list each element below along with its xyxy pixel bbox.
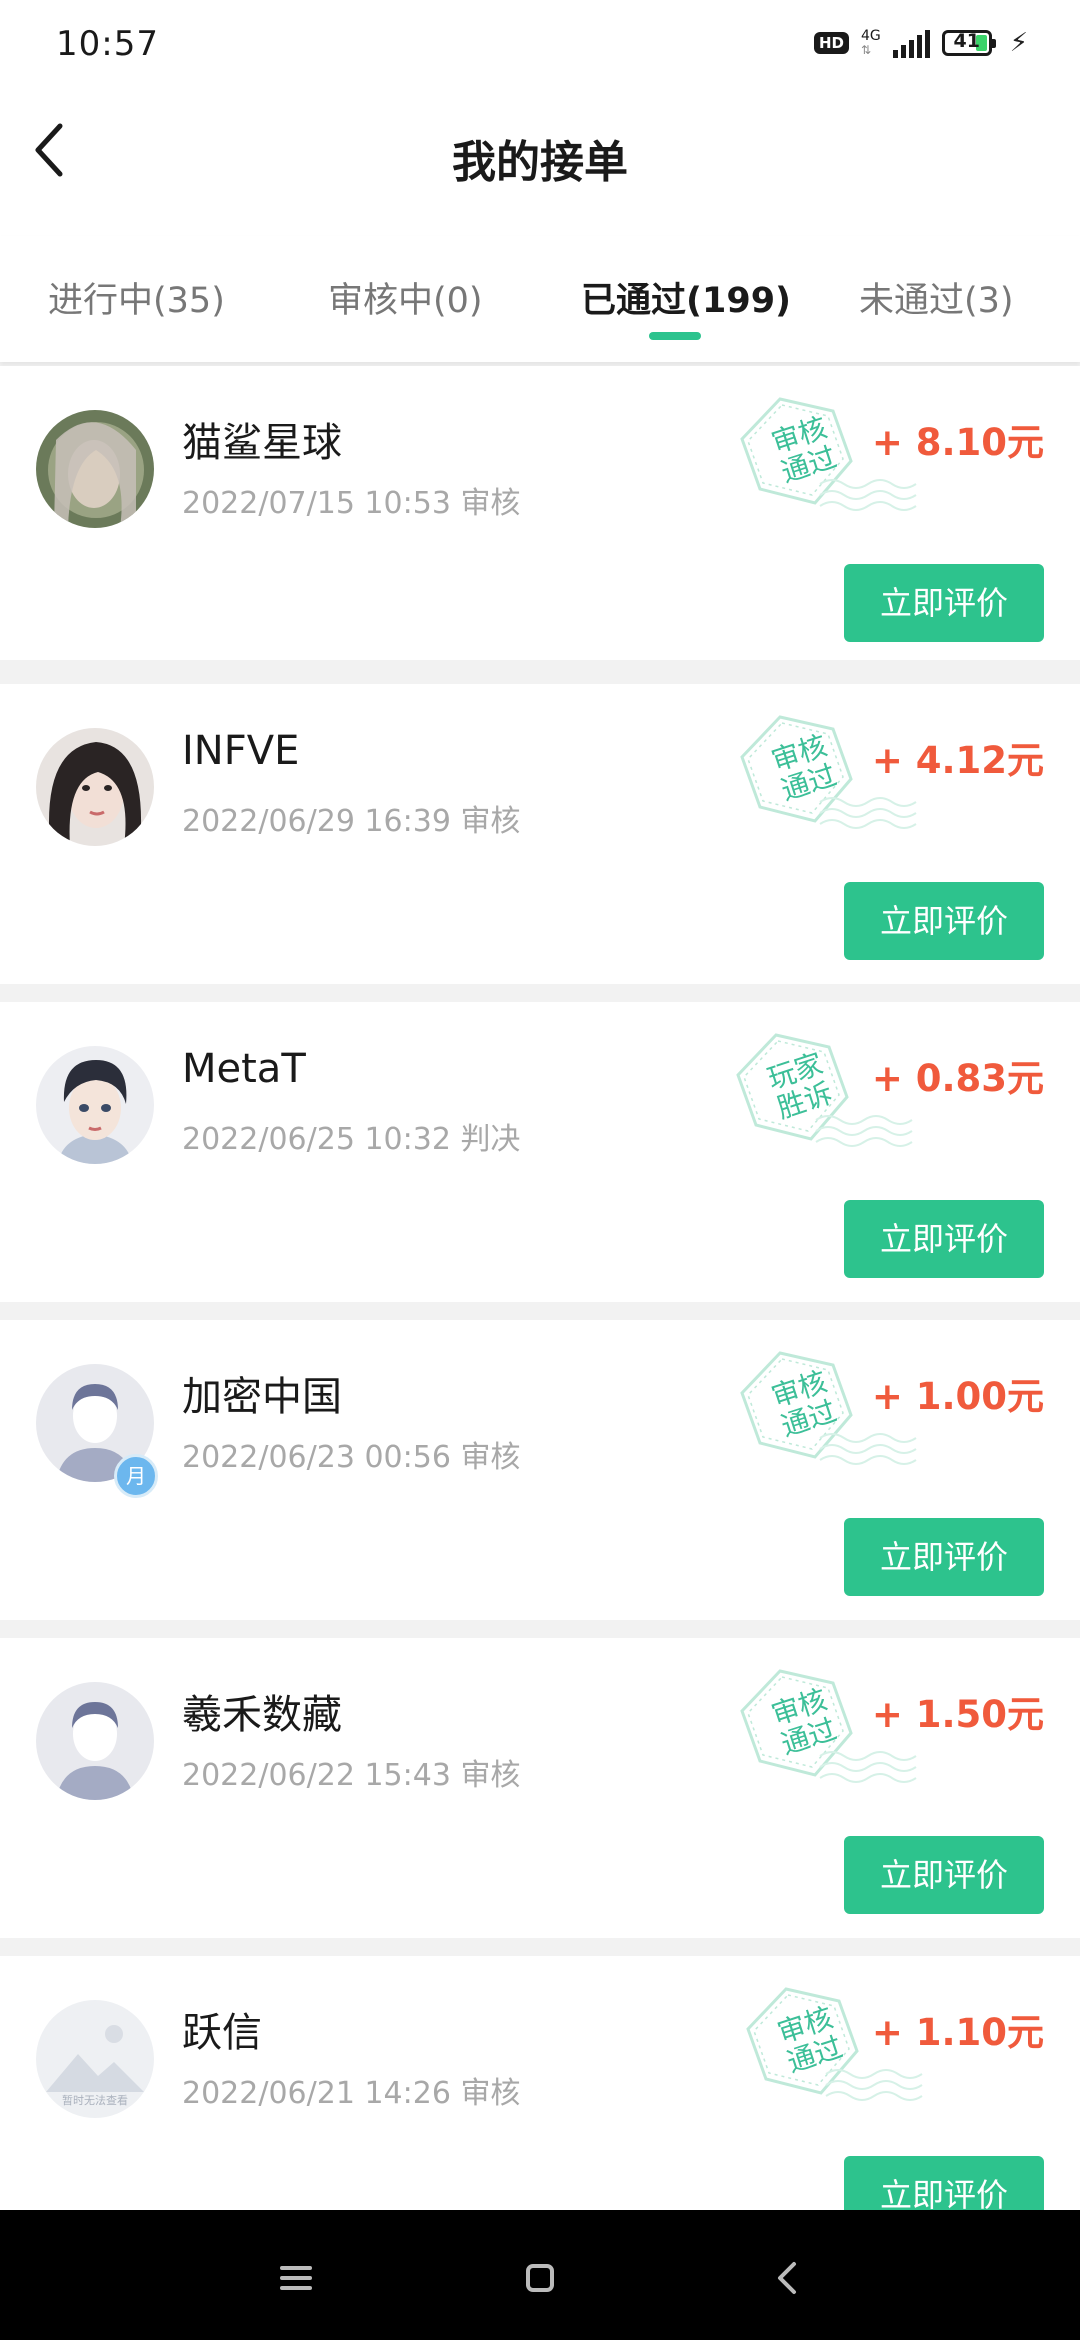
home-icon xyxy=(526,2264,554,2292)
order-amount: + 1.50元 xyxy=(871,1693,1044,1736)
status-icons: HD 4G ⇅ 41 ⚡ xyxy=(813,28,1028,58)
review-date: 2022/07/15 10:53 审核 xyxy=(182,486,521,521)
monthly-badge: 月 xyxy=(114,1454,158,1498)
order-card[interactable]: INFVE 2022/06/29 16:39 审核 审核 通过 + 4.12元 … xyxy=(0,684,1080,984)
order-card[interactable]: 猫鲨星球 2022/07/15 10:53 审核 审核 通过 + 8.10元 立… xyxy=(0,366,1080,660)
order-card[interactable]: 羲禾数藏 2022/06/22 15:43 审核 审核 通过 + 1.50元 立… xyxy=(0,1638,1080,1938)
status-bar: 10:57 HD 4G ⇅ 41 ⚡ xyxy=(0,0,1080,96)
charging-icon: ⚡ xyxy=(1009,28,1028,58)
nav-back-button[interactable] xyxy=(758,2248,818,2308)
review-date: 2022/06/23 00:56 审核 xyxy=(182,1440,521,1475)
rate-now-button[interactable]: 立即评价 xyxy=(844,564,1044,642)
order-amount: + 0.83元 xyxy=(871,1057,1044,1100)
rate-now-button[interactable]: 立即评价 xyxy=(844,1518,1044,1596)
tab-rejected[interactable]: 未通过(3) xyxy=(859,272,1014,323)
user-name: 羲禾数藏 xyxy=(182,1692,342,1738)
rate-now-button[interactable]: 立即评价 xyxy=(844,1200,1044,1278)
tab-under-review[interactable]: 审核中(0) xyxy=(328,272,483,323)
order-card[interactable]: 月 加密中国 2022/06/23 00:56 审核 审核 通过 + 1.00元… xyxy=(0,1320,1080,1620)
order-amount: + 8.10元 xyxy=(871,421,1044,464)
review-date: 2022/06/22 15:43 审核 xyxy=(182,1758,521,1793)
user-name: 猫鲨星球 xyxy=(182,420,342,466)
data-arrows-icon: ⇅ xyxy=(860,43,872,57)
home-button[interactable] xyxy=(510,2248,570,2308)
hd-badge: HD xyxy=(813,32,849,54)
order-amount: + 4.12元 xyxy=(871,739,1044,782)
system-navigation-bar xyxy=(0,2210,1080,2340)
avatar[interactable] xyxy=(36,1682,154,1800)
avatar[interactable] xyxy=(36,728,154,846)
tab-approved[interactable]: 已通过(199) xyxy=(581,272,791,323)
signal-icon xyxy=(892,28,930,58)
review-date: 2022/06/25 10:32 判决 xyxy=(182,1122,521,1157)
review-date: 2022/06/21 14:26 审核 xyxy=(182,2076,521,2111)
order-amount: + 1.00元 xyxy=(871,1375,1044,1418)
order-card[interactable]: MetaT 2022/06/25 10:32 判决 玩家 胜诉 + 0.83元 … xyxy=(0,1002,1080,1302)
menu-button[interactable] xyxy=(266,2248,326,2308)
network-indicator: 4G ⇅ xyxy=(861,29,881,57)
battery-icon: 41 xyxy=(941,30,996,56)
page-title: 我的接单 xyxy=(452,137,628,188)
review-date: 2022/06/29 16:39 审核 xyxy=(182,804,521,839)
network-label: 4G xyxy=(860,28,881,44)
menu-icon xyxy=(280,2266,312,2290)
avatar[interactable]: 暂时无法查看 xyxy=(36,2000,154,2118)
user-name: 跃信 xyxy=(182,2010,262,2056)
battery-level: 41 xyxy=(953,30,980,52)
avatar[interactable] xyxy=(36,1046,154,1164)
avatar-placeholder-text: 暂时无法查看 xyxy=(62,2094,128,2107)
rate-now-button[interactable]: 立即评价 xyxy=(844,1836,1044,1914)
user-name: 加密中国 xyxy=(182,1374,342,1420)
rate-now-button[interactable]: 立即评价 xyxy=(844,882,1044,960)
page-header: 我的接单 xyxy=(0,96,1080,236)
status-time: 10:57 xyxy=(56,24,159,64)
back-icon xyxy=(778,2262,796,2294)
tab-in-progress[interactable]: 进行中(35) xyxy=(48,272,225,323)
active-tab-indicator xyxy=(649,332,701,340)
user-name: MetaT xyxy=(182,1046,306,1092)
order-amount: + 1.10元 xyxy=(871,2011,1044,2054)
avatar[interactable] xyxy=(36,410,154,528)
user-name: INFVE xyxy=(182,728,300,774)
tab-bar: 进行中(35) 审核中(0) 已通过(199) 未通过(3) xyxy=(0,236,1080,362)
